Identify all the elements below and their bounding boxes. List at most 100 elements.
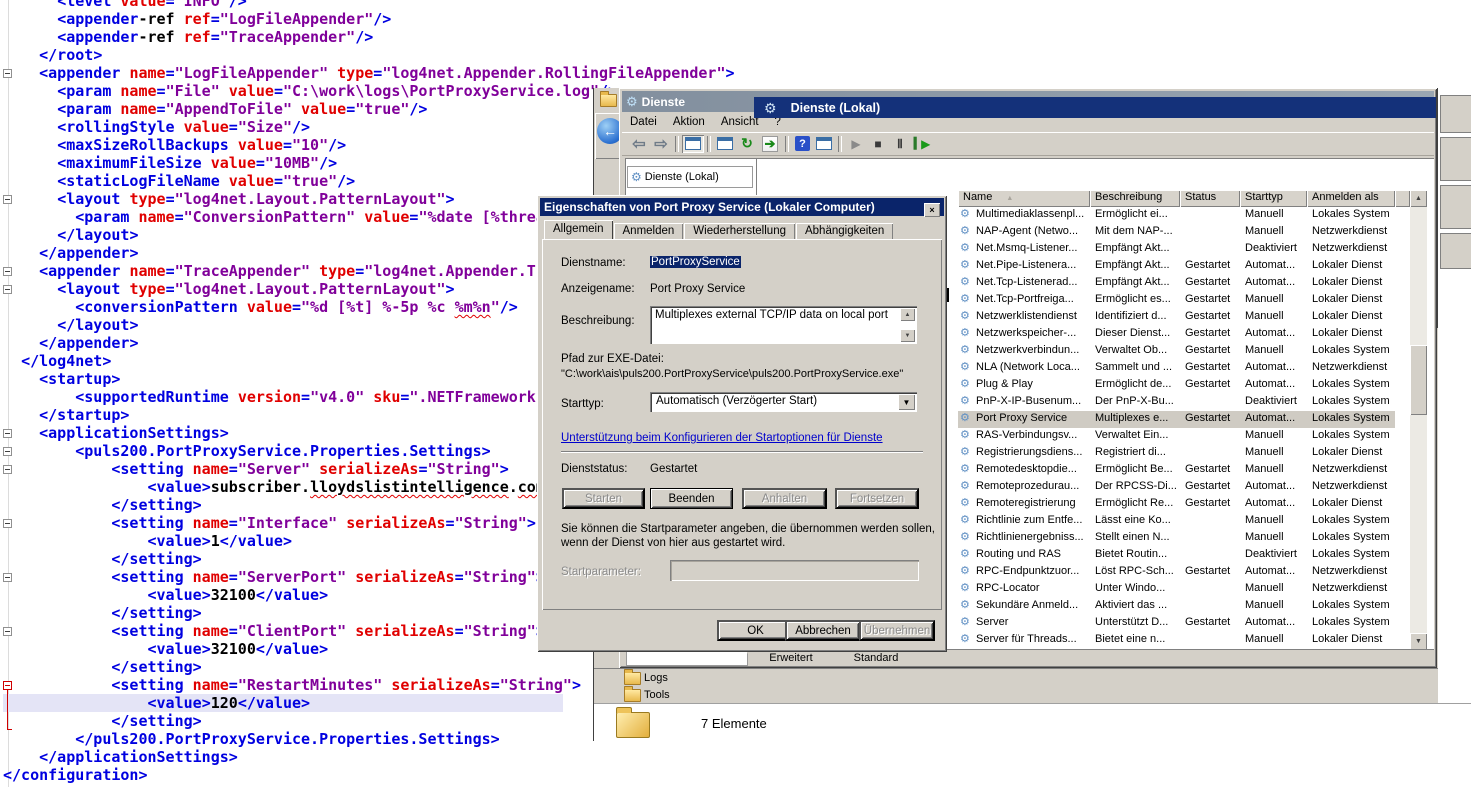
- fortsetzen-button[interactable]: Fortsetzen: [835, 488, 919, 509]
- code-line[interactable]: <layout type="log4net.Layout.PatternLayo…: [3, 190, 455, 208]
- code-line[interactable]: </configuration>: [3, 766, 148, 784]
- beschreibung-textbox[interactable]: Multiplexes external TCP/IP data on loca…: [650, 306, 917, 344]
- code-line[interactable]: </applicationSettings>: [3, 748, 238, 766]
- service-row[interactable]: ⚙Plug & PlayErmöglicht de...GestartetAut…: [958, 377, 1395, 394]
- code-line[interactable]: <value>32100</value>: [3, 640, 328, 658]
- service-row[interactable]: ⚙Multimediaklassenpl...Ermöglicht ei...M…: [958, 207, 1395, 224]
- code-line[interactable]: <puls200.PortProxyService.Properties.Set…: [3, 442, 491, 460]
- scroll-down-icon[interactable]: ▼: [1410, 633, 1427, 650]
- tab-erweitert[interactable]: Erweitert: [746, 650, 836, 665]
- service-row[interactable]: ⚙ServerUnterstützt D...GestartetAutomat.…: [958, 615, 1395, 632]
- fold-toggle-icon[interactable]: [3, 69, 12, 78]
- pause-service-icon[interactable]: Ⅱ: [889, 135, 911, 153]
- code-line[interactable]: <appender name="TraceAppender" type="log…: [3, 262, 599, 280]
- starttyp-combobox[interactable]: Automatisch (Verzögerter Start) ▼: [650, 392, 917, 412]
- column-header-status[interactable]: Status: [1180, 190, 1240, 207]
- service-row[interactable]: ⚙Netzwerkverbindun...Verwaltet Ob...Gest…: [958, 343, 1395, 360]
- fold-toggle-icon[interactable]: [3, 267, 12, 276]
- fold-toggle-icon-red[interactable]: [3, 681, 12, 690]
- code-line[interactable]: <param name="AppendToFile" value="true"/…: [3, 100, 427, 118]
- fold-toggle-icon[interactable]: [3, 285, 12, 294]
- help-icon[interactable]: ?: [795, 136, 810, 151]
- code-line[interactable]: <startup>: [3, 370, 120, 388]
- service-row[interactable]: ⚙Sekundäre Anmeld...Aktiviert das ...Man…: [958, 598, 1395, 615]
- dialog-tab-anmelden[interactable]: Anmelden: [614, 223, 684, 240]
- service-row[interactable]: ⚙PnP-X-IP-Busenum...Der PnP-X-Bu...Deakt…: [958, 394, 1395, 411]
- startparameter-input[interactable]: [670, 560, 919, 581]
- refresh-icon[interactable]: ↻: [736, 135, 758, 153]
- code-line[interactable]: <value>subscriber.lloydslistintelligence…: [3, 478, 599, 496]
- code-line[interactable]: </layout>: [3, 226, 138, 244]
- tab-standard[interactable]: Standard: [838, 650, 914, 665]
- tree-item-dienste-lokal[interactable]: ⚙ Dienste (Lokal): [627, 166, 753, 188]
- code-line[interactable]: <value>32100</value>: [3, 586, 328, 604]
- starten-button[interactable]: Starten: [562, 488, 645, 509]
- service-row[interactable]: ⚙Net.Tcp-Portfreiga...Ermöglicht es...Ge…: [958, 292, 1395, 309]
- fold-toggle-icon[interactable]: [3, 627, 12, 636]
- code-line[interactable]: </layout>: [3, 316, 138, 334]
- code-line[interactable]: <setting name="Server" serializeAs="Stri…: [3, 460, 509, 478]
- service-row[interactable]: ⚙Registrierungsdiens...Registriert di...…: [958, 445, 1395, 462]
- column-header-name[interactable]: Name▲: [958, 190, 1090, 207]
- code-line[interactable]: </setting>: [3, 712, 202, 730]
- code-line[interactable]: </setting>: [3, 658, 202, 676]
- dienstname-value[interactable]: PortProxyService: [650, 256, 741, 268]
- abbrechen-button[interactable]: Abbrechen: [785, 620, 861, 641]
- service-row[interactable]: ⚙RAS-Verbindungsv...Verwaltet Ein...Manu…: [958, 428, 1395, 445]
- code-line[interactable]: <supportedRuntime version="v4.0" sku=".N…: [3, 388, 599, 406]
- code-line[interactable]: <maximumFileSize value="10MB"/>: [3, 154, 337, 172]
- fold-toggle-icon[interactable]: [3, 465, 12, 474]
- explorer-folder-label[interactable]: Tools: [644, 689, 670, 701]
- service-row[interactable]: ⚙Net.Pipe-Listenera...Empfängt Akt...Ges…: [958, 258, 1395, 275]
- service-row[interactable]: ⚙Richtlinienergebniss...Stellt einen N..…: [958, 530, 1395, 547]
- beenden-button[interactable]: Beenden: [650, 488, 733, 509]
- code-line[interactable]: </startup>: [3, 406, 129, 424]
- forward-icon[interactable]: ⇨: [650, 135, 672, 153]
- column-header-beschreibung[interactable]: Beschreibung: [1090, 190, 1180, 207]
- startoptions-link[interactable]: Unterstützung beim Konfigurieren der Sta…: [561, 432, 883, 444]
- column-header-starttyp[interactable]: Starttyp: [1240, 190, 1307, 207]
- dialog-titlebar[interactable]: Eigenschaften von Port Proxy Service (Lo…: [540, 198, 944, 216]
- code-line[interactable]: <layout type="log4net.Layout.PatternLayo…: [3, 280, 455, 298]
- fold-toggle-icon[interactable]: [3, 447, 12, 456]
- stop-service-icon[interactable]: ■: [867, 135, 889, 153]
- dialog-tabs[interactable]: AllgemeinAnmeldenWiederherstellungAbhäng…: [544, 222, 894, 240]
- start-service-icon[interactable]: ▶: [845, 135, 867, 153]
- dialog-tab-allgemein[interactable]: Allgemein: [544, 220, 613, 240]
- code-line[interactable]: <level value="INFO"/>: [3, 0, 247, 10]
- code-line[interactable]: <applicationSettings>: [3, 424, 229, 442]
- code-line[interactable]: <conversionPattern value="%d [%t] %-5p %…: [3, 298, 518, 316]
- console-tree-icon[interactable]: [682, 135, 704, 153]
- explorer-folder-label[interactable]: Logs: [644, 672, 668, 684]
- toolbar[interactable]: ⇦⇨↻➔?▶■Ⅱ▶: [622, 132, 1434, 156]
- service-row[interactable]: ⚙RPC-LocatorUnter Windo...ManuellNetzwer…: [958, 581, 1395, 598]
- fold-toggle-icon[interactable]: [3, 195, 12, 204]
- service-row[interactable]: ⚙Net.Tcp-Listenerad...Empfängt Akt...Ges…: [958, 275, 1395, 292]
- code-line[interactable]: <appender-ref ref="TraceAppender"/>: [3, 28, 373, 46]
- code-line[interactable]: <maxSizeRollBackups value="10"/>: [3, 136, 346, 154]
- code-line[interactable]: <value>120</value>: [3, 694, 563, 712]
- service-row[interactable]: ⚙Netzwerkspeicher-...Dieser Dienst...Ges…: [958, 326, 1395, 343]
- service-row[interactable]: ⚙Richtlinie zum Entfe...Lässt eine Ko...…: [958, 513, 1395, 530]
- back-icon[interactable]: ⇦: [628, 135, 650, 153]
- chevron-down-icon[interactable]: ▼: [898, 394, 915, 410]
- code-line[interactable]: <appender name="LogFileAppender" type="l…: [3, 64, 735, 82]
- code-line[interactable]: <setting name="RestartMinutes" serialize…: [3, 676, 581, 694]
- scroll-up-icon[interactable]: ▲: [900, 308, 915, 321]
- service-row[interactable]: ⚙NLA (Network Loca...Sammelt und ...Gest…: [958, 360, 1395, 377]
- code-line[interactable]: <param name="ConversionPattern" value="%…: [3, 208, 599, 226]
- code-line[interactable]: </setting>: [3, 604, 202, 622]
- code-line[interactable]: </puls200.PortProxyService.Properties.Se…: [3, 730, 500, 748]
- service-row[interactable]: ⚙Remotedesktopdie...Ermöglicht Be...Gest…: [958, 462, 1395, 479]
- dialog-tab-abhängigkeiten[interactable]: Abhängigkeiten: [796, 223, 893, 240]
- close-icon[interactable]: ×: [924, 203, 940, 217]
- scrollbar-thumb[interactable]: [1410, 345, 1427, 415]
- code-line[interactable]: <appender-ref ref="LogFileAppender"/>: [3, 10, 391, 28]
- column-header-anmelden-als[interactable]: Anmelden als: [1307, 190, 1395, 207]
- fold-toggle-icon[interactable]: [3, 519, 12, 528]
- fold-toggle-icon[interactable]: [3, 573, 12, 582]
- service-row[interactable]: ⚙Net.Msmq-Listener...Empfängt Akt...Deak…: [958, 241, 1395, 258]
- column-header-filler[interactable]: [1395, 190, 1410, 207]
- service-row[interactable]: ⚙Port Proxy ServiceMultiplexes e...Gesta…: [958, 411, 1395, 428]
- service-row[interactable]: ⚙NAP-Agent (Netwo...Mit dem NAP-...Manue…: [958, 224, 1395, 241]
